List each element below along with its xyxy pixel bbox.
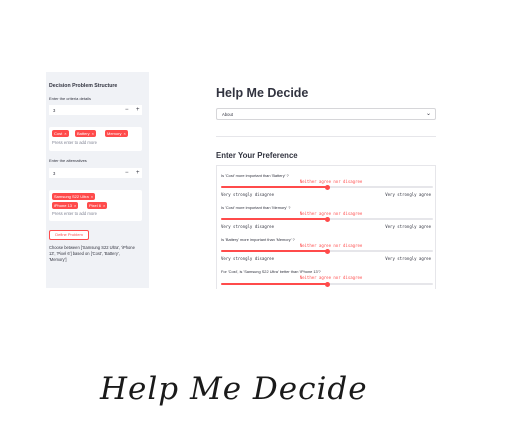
slider-min-label: Very strongly disagree	[221, 224, 274, 229]
question-label: Is 'Cost' more important than 'Memory' ?	[221, 205, 291, 210]
alternatives-count-input[interactable]: 3 − +	[49, 168, 142, 178]
remove-tag-icon[interactable]: ×	[64, 131, 66, 136]
section-title: Enter Your Preference	[216, 151, 298, 160]
define-problem-button[interactable]: Define Problem	[49, 230, 89, 240]
remove-tag-icon[interactable]: ×	[91, 194, 93, 199]
preference-slider[interactable]	[221, 216, 433, 222]
slider-current-value: Neither agree nor disagree	[299, 211, 363, 216]
alternatives-decrement-button[interactable]: −	[125, 169, 129, 178]
alternatives-label: Enter the alternatives	[49, 158, 87, 163]
criteria-tag[interactable]: Memory ×	[105, 130, 128, 137]
slider-thumb[interactable]	[324, 216, 330, 222]
slider-min-label: Very strongly disagree	[221, 192, 274, 197]
remove-tag-icon[interactable]: ×	[74, 203, 76, 208]
slider-max-label: Very strongly agree	[385, 256, 431, 261]
remove-tag-icon[interactable]: ×	[92, 131, 94, 136]
remove-tag-icon[interactable]: ×	[103, 203, 105, 208]
remove-tag-icon[interactable]: ×	[123, 131, 125, 136]
slider-thumb[interactable]	[324, 184, 330, 190]
slider-fill	[221, 186, 327, 188]
criteria-increment-button[interactable]: +	[136, 106, 140, 115]
sidebar-title: Decision Problem Structure	[49, 83, 118, 89]
choose-between-text: Choose between ['Samsung S22 Ultra', 'iP…	[49, 245, 135, 263]
criteria-multiselect[interactable]: Cost × Battery × Memory × Press enter to ad…	[49, 127, 142, 151]
slider-min-label: Very strongly disagree	[221, 256, 274, 261]
criteria-count-input[interactable]: 3 − +	[49, 105, 142, 115]
slider-current-value: Neither agree nor disagree	[299, 275, 363, 280]
alternatives-increment-button[interactable]: +	[136, 169, 140, 178]
alternative-tag[interactable]: Pixel 6 ×	[87, 202, 108, 209]
criteria-input-placeholder[interactable]: Press enter to add more	[52, 140, 97, 145]
criteria-tag[interactable]: Cost ×	[52, 130, 69, 137]
question-label: Is 'Cost' more important than 'Battery' …	[221, 173, 289, 178]
criteria-label: Enter the criteria details	[49, 96, 92, 101]
slider-max-label: Very strongly agree	[385, 224, 431, 229]
divider	[216, 136, 436, 137]
slider-fill	[221, 218, 327, 220]
alternatives-input-placeholder[interactable]: Press enter to add more	[52, 211, 97, 216]
slider-thumb[interactable]	[324, 281, 330, 287]
preference-slider[interactable]	[221, 281, 433, 287]
alternative-tag[interactable]: iPhone 13 ×	[52, 202, 79, 209]
slider-fill	[221, 250, 327, 252]
preference-slider[interactable]	[221, 184, 433, 190]
page-title: Help Me Decide	[216, 86, 309, 100]
page-select-value[interactable]: About	[222, 112, 233, 117]
chevron-down-icon[interactable]: ⌄	[426, 110, 431, 117]
criteria-tag[interactable]: Battery ×	[75, 130, 97, 137]
alternative-tag[interactable]: Samsung S22 Ultra ×	[52, 193, 96, 200]
sidebar: Decision Problem Structure Enter the cri…	[46, 72, 149, 288]
preference-form: Is 'Cost' more important than 'Battery' …	[216, 165, 436, 289]
slider-fill	[221, 283, 327, 285]
slider-current-value: Neither agree nor disagree	[299, 243, 363, 248]
question-label: For 'Cost', is 'Samsung S22 Ultra' bette…	[221, 269, 321, 274]
alternatives-multiselect[interactable]: Samsung S22 Ultra × iPhone 13 × Pixel 6 × P…	[49, 190, 142, 221]
alternatives-count-value[interactable]: 3	[53, 171, 55, 176]
criteria-decrement-button[interactable]: −	[125, 106, 129, 115]
question-label: Is 'Battery' more important than 'Memory…	[221, 237, 295, 242]
criteria-count-value[interactable]: 3	[53, 108, 55, 113]
page-select[interactable]: About ⌄	[216, 108, 436, 120]
slider-current-value: Neither agree nor disagree	[299, 179, 363, 184]
slider-thumb[interactable]	[324, 248, 330, 254]
slider-max-label: Very strongly agree	[385, 192, 431, 197]
caption-title: Help Me Decide	[100, 371, 368, 407]
preference-slider[interactable]	[221, 248, 433, 254]
